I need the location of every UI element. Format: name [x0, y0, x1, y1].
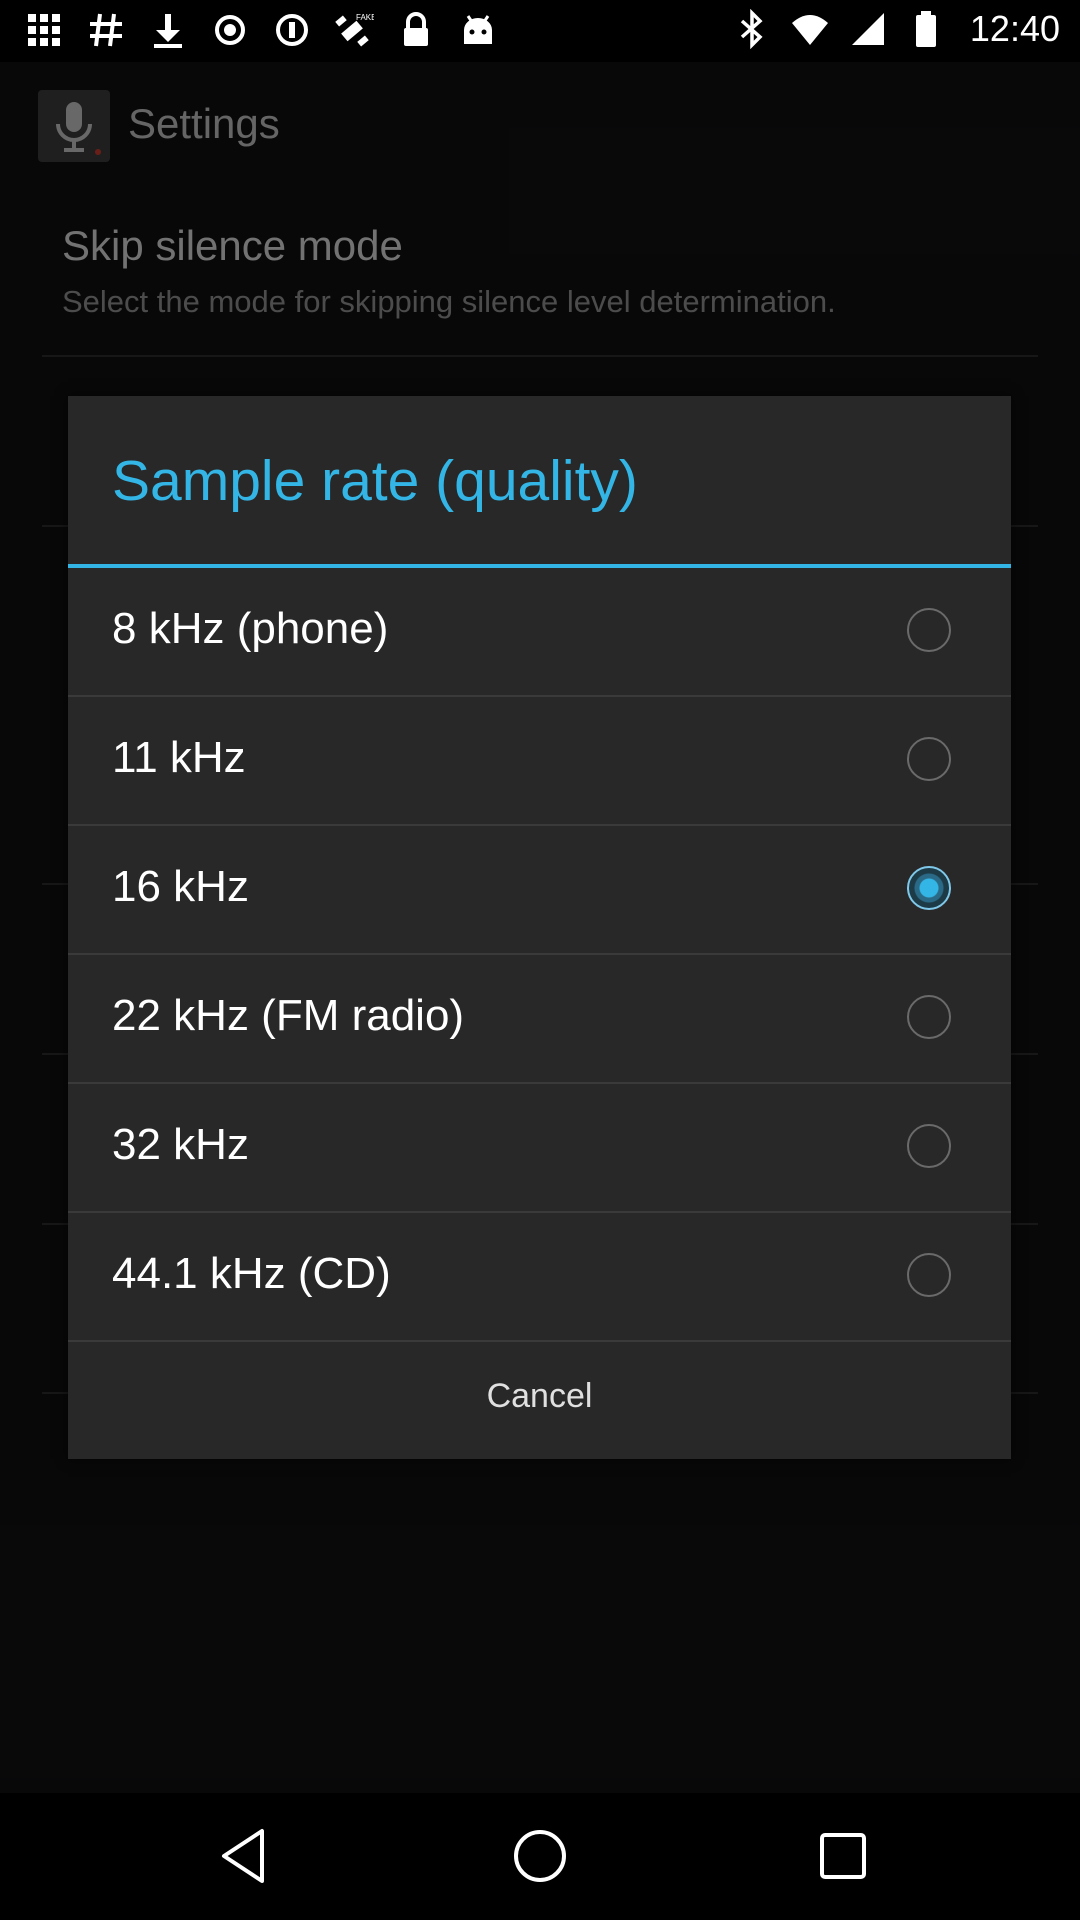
svg-text:FAKE: FAKE: [356, 13, 374, 22]
dialog-title: Sample rate (quality): [112, 449, 638, 513]
option-list: 8 kHz (phone) 11 kHz 16 kHz 22 kHz (FM r…: [68, 568, 1011, 1342]
option-label: 11 kHz: [112, 733, 246, 782]
radio-button[interactable]: [907, 1253, 951, 1297]
wifi-icon: [790, 9, 830, 49]
fake-gps-icon: FAKE: [334, 10, 374, 50]
radio-icon: [272, 10, 312, 50]
download-icon: [148, 10, 188, 50]
option-32khz[interactable]: 32 kHz: [68, 1084, 1011, 1213]
hashtag-icon: [86, 10, 126, 50]
radio-button[interactable]: [907, 995, 951, 1039]
status-bar: FAKE 12:40: [0, 0, 1080, 62]
record-icon: [210, 10, 250, 50]
bluetooth-icon: [732, 9, 772, 49]
option-44khz[interactable]: 44.1 kHz (CD): [68, 1213, 1011, 1342]
clock: 12:40: [969, 8, 1060, 49]
option-11khz[interactable]: 11 kHz: [68, 697, 1011, 826]
option-label: 32 kHz: [112, 1120, 249, 1169]
option-label: 8 kHz (phone): [112, 604, 389, 653]
battery-icon: [906, 9, 946, 49]
radio-button-selected[interactable]: [907, 866, 951, 910]
navigation-bar: [0, 1793, 1080, 1920]
radio-button[interactable]: [907, 1124, 951, 1168]
android-icon: [458, 10, 498, 50]
radio-button[interactable]: [907, 737, 951, 781]
cancel-button[interactable]: Cancel: [68, 1333, 1011, 1459]
grid-icon: [24, 10, 64, 50]
recents-icon[interactable]: [810, 1823, 876, 1889]
home-icon[interactable]: [507, 1823, 573, 1889]
radio-button[interactable]: [907, 608, 951, 652]
sample-rate-dialog: Sample rate (quality) 8 kHz (phone) 11 k…: [68, 396, 1011, 1459]
option-22khz[interactable]: 22 kHz (FM radio): [68, 955, 1011, 1084]
option-label: 44.1 kHz (CD): [112, 1249, 391, 1298]
back-icon[interactable]: [212, 1823, 278, 1889]
system-icons: 12:40: [732, 8, 1060, 50]
option-label: 22 kHz (FM radio): [112, 991, 465, 1040]
signal-icon: [848, 9, 888, 49]
notification-icons: FAKE: [24, 10, 498, 50]
option-16khz[interactable]: 16 kHz: [68, 826, 1011, 955]
option-label: 16 kHz: [112, 862, 249, 911]
option-8khz[interactable]: 8 kHz (phone): [68, 568, 1011, 697]
lock-icon: [396, 10, 436, 50]
